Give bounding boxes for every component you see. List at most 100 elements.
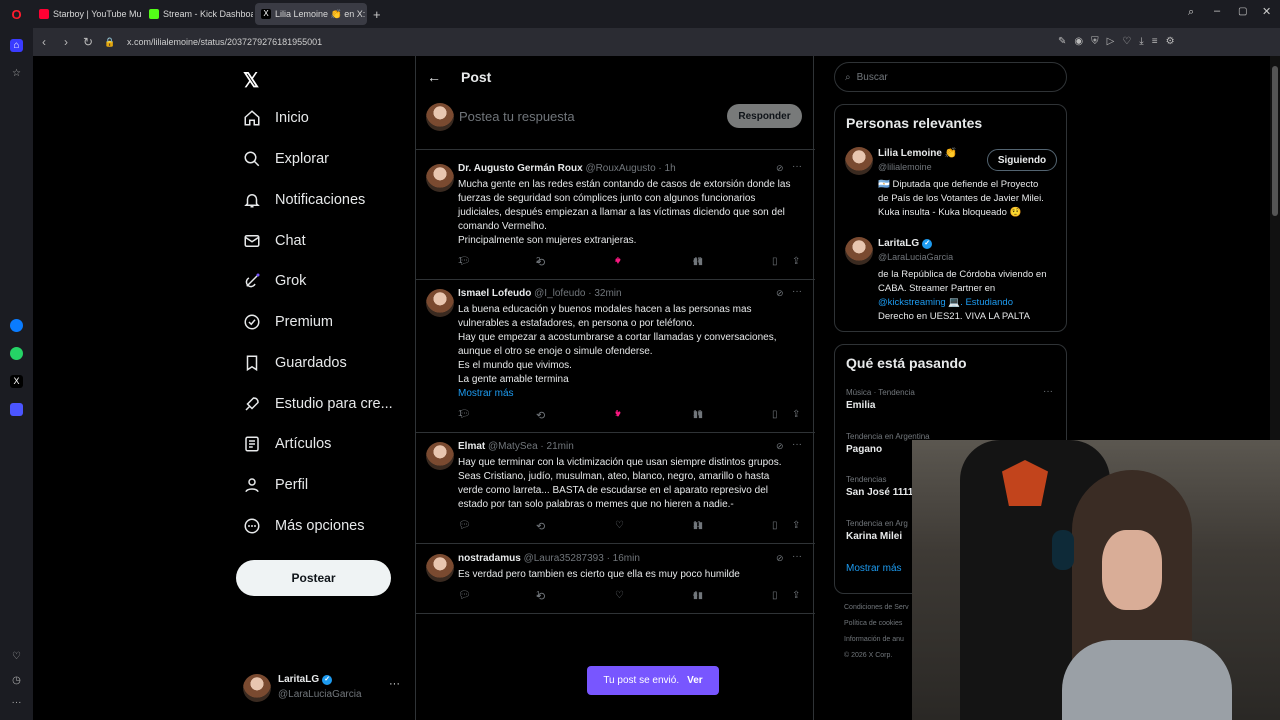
heart-icon[interactable]: ♡ [1122, 36, 1139, 47]
nav-perfil[interactable]: Perfil [243, 476, 308, 494]
x-icon[interactable]: X [10, 375, 23, 388]
following-button[interactable]: Siguiendo [987, 149, 1057, 171]
more-icon[interactable]: ··· [1043, 386, 1053, 397]
grok-icon[interactable]: ⊘ [776, 163, 784, 174]
more-icon[interactable]: ··· [792, 439, 802, 450]
more-icon[interactable]: ··· [792, 551, 802, 562]
browser-tab[interactable]: Stream - Kick Dashboard [143, 3, 253, 25]
nav-label: Guardados [275, 355, 347, 371]
share-icon[interactable]: ⇪ [792, 520, 800, 531]
browser-tab-active[interactable]: X Lilia Lemoine 👏 en X: "© [255, 3, 367, 25]
grok-icon[interactable]: ⊘ [776, 288, 784, 299]
nav-explorar[interactable]: Explorar [243, 150, 329, 168]
app-icon[interactable] [10, 403, 23, 416]
grok-icon[interactable]: ⊘ [776, 553, 784, 564]
x-logo-icon[interactable]: 𝕏 [243, 68, 259, 93]
more-icon[interactable]: ··· [792, 161, 802, 172]
article-icon [245, 436, 259, 452]
bookmark-icon[interactable]: ▯ [772, 520, 778, 531]
heart-icon[interactable]: ♡ [10, 650, 23, 663]
page-title: Post [461, 69, 492, 85]
url-field[interactable]: x.com/lilialemoine/status/20372792761819… [127, 37, 322, 47]
nav-articulos[interactable]: Artículos [243, 435, 331, 453]
share-icon[interactable]: ⇪ [792, 256, 800, 267]
reply-input[interactable]: Postea tu respuesta [459, 109, 575, 124]
show-more-link[interactable]: Mostrar más [846, 563, 902, 574]
nav-notificaciones[interactable]: Notificaciones [243, 191, 365, 209]
shield-icon[interactable]: ⛨ [1091, 36, 1107, 47]
avatar [845, 237, 873, 265]
maximize-icon[interactable]: ▢ [1238, 6, 1247, 17]
more-icon[interactable]: ··· [10, 696, 23, 709]
trend-item[interactable]: Tendencias San José 1111 [846, 473, 913, 499]
views-count: 4 [693, 590, 698, 599]
post-button[interactable]: Postear [236, 560, 391, 596]
bookmark-icon[interactable]: ▯ [772, 256, 778, 267]
tweet-text-line: judiciales, después empiezan a llamar a … [458, 207, 785, 218]
author-name[interactable]: Ismael Lofeudo [458, 288, 531, 299]
toast-view-link[interactable]: Ver [687, 675, 703, 686]
author-name[interactable]: nostradamus [458, 553, 521, 564]
edit-icon[interactable]: ✎ [1058, 36, 1074, 47]
scrollbar-thumb[interactable] [1272, 66, 1278, 216]
avatar[interactable] [426, 442, 454, 470]
new-tab-plus-icon[interactable]: + [373, 7, 381, 22]
whatsapp-icon[interactable] [10, 347, 23, 360]
messenger-icon[interactable] [10, 319, 23, 332]
avatar[interactable] [426, 289, 454, 317]
play-icon[interactable]: ▷ [1107, 36, 1123, 47]
nav-chat[interactable]: Chat [243, 232, 306, 250]
tweet[interactable]: nostradamus @Laura35287393 · 16min ⊘ ···… [416, 546, 815, 614]
more-icon[interactable]: ··· [389, 678, 400, 690]
reload-icon[interactable]: ↻ [77, 35, 99, 49]
bookmark-icon[interactable]: ▯ [772, 590, 778, 601]
camera-icon[interactable]: ◉ [1074, 36, 1091, 47]
footer-link[interactable]: Condiciones de Serv [844, 600, 909, 616]
opera-logo-icon[interactable]: O [0, 7, 33, 22]
nav-label: Inicio [275, 110, 309, 126]
author-name[interactable]: Elmat [458, 441, 485, 452]
nav-guardados[interactable]: Guardados [243, 354, 347, 372]
star-icon[interactable]: ☆ [10, 67, 23, 80]
extensions-icon[interactable]: ⚙ [1166, 36, 1183, 47]
author-name[interactable]: Dr. Augusto Germán Roux [458, 163, 583, 174]
close-icon[interactable]: ✕ [1262, 5, 1271, 18]
avatar[interactable] [426, 554, 454, 582]
footer-link[interactable]: Información de anu [844, 632, 909, 648]
share-icon[interactable]: ⇪ [792, 590, 800, 601]
menu-icon[interactable]: ≡ [1152, 36, 1166, 47]
bookmark-icon[interactable]: ▯ [772, 409, 778, 420]
footer-link[interactable]: Política de cookies [844, 616, 909, 632]
minimize-icon[interactable]: – [1214, 5, 1220, 17]
history-icon[interactable]: ◷ [10, 674, 23, 687]
tab-title: Starboy | YouTube Mu [53, 9, 141, 19]
person-card[interactable]: Lilia Lemoine 👏 @lilialemoine Siguiendo … [845, 147, 1057, 227]
back-icon[interactable]: ‹ [33, 35, 55, 49]
share-icon[interactable]: ⇪ [792, 409, 800, 420]
tweet[interactable]: Dr. Augusto Germán Roux @RouxAugusto · 1… [416, 156, 815, 280]
scrollbar[interactable] [1270, 56, 1280, 440]
back-arrow-icon[interactable]: ← [427, 69, 441, 85]
nav-premium[interactable]: Premium [243, 313, 333, 331]
nav-grok[interactable]: Grok [243, 272, 306, 290]
browser-tab[interactable]: Starboy | YouTube Mu [33, 3, 141, 25]
nav-mas-opciones[interactable]: Más opciones [243, 517, 364, 535]
reply-button[interactable]: Responder [727, 104, 802, 128]
search-input[interactable]: ⌕ Buscar [834, 62, 1067, 92]
tweet[interactable]: Elmat @MatySea · 21min ⊘ ··· Hay que ter… [416, 434, 815, 544]
show-more-link[interactable]: Mostrar más [458, 387, 803, 401]
forward-icon[interactable]: › [55, 35, 77, 49]
account-switcher[interactable]: LaritaLG ✓ @LaraLuciaGarcia ··· [243, 672, 403, 708]
more-icon[interactable]: ··· [792, 286, 802, 297]
trend-item[interactable]: Tendencia en Arg Karina Milei [846, 517, 908, 543]
nav-estudio[interactable]: Estudio para cre... [243, 395, 393, 413]
avatar[interactable] [426, 164, 454, 192]
tweet[interactable]: Ismael Lofeudo @I_lofeudo · 32min ⊘ ··· … [416, 281, 815, 433]
trend-item[interactable]: Música · Tendencia Emilia [846, 386, 915, 412]
nav-inicio[interactable]: Inicio [243, 109, 309, 127]
grok-icon[interactable]: ⊘ [776, 441, 784, 452]
search-icon[interactable]: ⌕ [1188, 6, 1194, 19]
download-icon[interactable]: ⤓ [1139, 36, 1151, 47]
person-card[interactable]: LaritaLG ✓ @LaraLuciaGarcia de la Repúbl… [845, 237, 1057, 327]
home-icon[interactable]: ⌂ [10, 39, 23, 52]
